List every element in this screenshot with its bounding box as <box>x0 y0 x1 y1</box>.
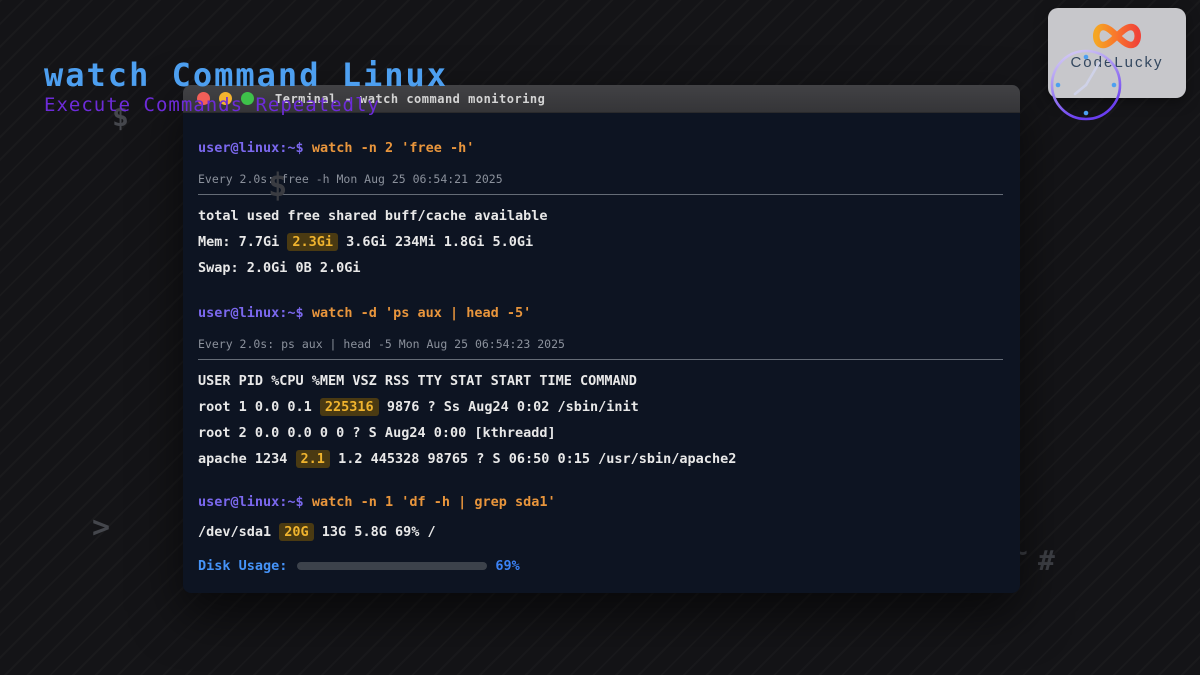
ps-header-row: USER PID %CPU %MEM VSZ RSS TTY STAT STAR… <box>198 369 1003 395</box>
disk-usage-percent: 69% <box>495 558 519 574</box>
ps-row-apache: apache 1234 2.1 1.2 445328 98765 ? S 06:… <box>198 447 1003 473</box>
df-output: /dev/sda1 20G 13G 5.8G 69% / <box>198 520 1003 546</box>
bg-dollar-glyph: $ <box>268 166 287 204</box>
watch-header-1: Every 2.0s: free -h Mon Aug 25 06:54:21 … <box>198 172 1003 186</box>
separator-line <box>198 194 1003 195</box>
shell-command: watch -n 2 'free -h' <box>312 140 475 156</box>
highlight-used-mem: 2.3Gi <box>287 233 338 251</box>
free-header-row: total used free shared buff/cache availa… <box>198 204 1003 230</box>
page-title: watch Command Linux <box>44 56 448 94</box>
terminal-window: Terminal - watch command monitoring user… <box>183 85 1020 593</box>
free-swap-row: Swap: 2.0Gi 0B 2.0Gi <box>198 256 1003 282</box>
shell-prompt: user@linux:~$ <box>198 305 304 321</box>
command-line-3: user@linux:~$ watch -n 1 'df -h | grep s… <box>198 493 1003 511</box>
shell-prompt: user@linux:~$ <box>198 140 304 156</box>
free-output: total used free shared buff/cache availa… <box>198 204 1003 281</box>
command-line-1: user@linux:~$ watch -n 2 'free -h' <box>198 139 1003 157</box>
bg-hash-glyph: # <box>1038 544 1055 577</box>
command-line-2: user@linux:~$ watch -d 'ps aux | head -5… <box>198 304 1003 322</box>
separator-line <box>198 359 1003 360</box>
ps-row-init: root 1 0.0 0.1 225316 9876 ? Ss Aug24 0:… <box>198 395 1003 421</box>
ps-row-kthreadd: root 2 0.0 0.0 0 0 ? S Aug24 0:00 [kthre… <box>198 421 1003 447</box>
disk-usage-label: Disk Usage: <box>198 558 287 574</box>
terminal-body: user@linux:~$ watch -n 2 'free -h' Every… <box>183 113 1020 579</box>
page-subtitle: Execute Commands Repeatedly <box>44 94 380 116</box>
disk-usage-row: Disk Usage: 69% <box>198 553 1003 579</box>
shell-command: watch -d 'ps aux | head -5' <box>312 305 531 321</box>
clock-icon <box>1044 43 1128 127</box>
highlight-cpu: 2.1 <box>296 450 330 468</box>
free-mem-row: Mem: 7.7Gi 2.3Gi 3.6Gi 234Mi 1.8Gi 5.0Gi <box>198 230 1003 256</box>
shell-command: watch -n 1 'df -h | grep sda1' <box>312 494 556 510</box>
disk-usage-bar <box>297 562 487 570</box>
highlight-vsz: 225316 <box>320 398 379 416</box>
ps-output: USER PID %CPU %MEM VSZ RSS TTY STAT STAR… <box>198 369 1003 472</box>
shell-prompt: user@linux:~$ <box>198 494 304 510</box>
df-row-sda1: /dev/sda1 20G 13G 5.8G 69% / <box>198 520 1003 546</box>
bg-chevron-glyph: > <box>92 510 110 545</box>
highlight-disk-size: 20G <box>279 523 313 541</box>
watch-header-2: Every 2.0s: ps aux | head -5 Mon Aug 25 … <box>198 337 1003 351</box>
